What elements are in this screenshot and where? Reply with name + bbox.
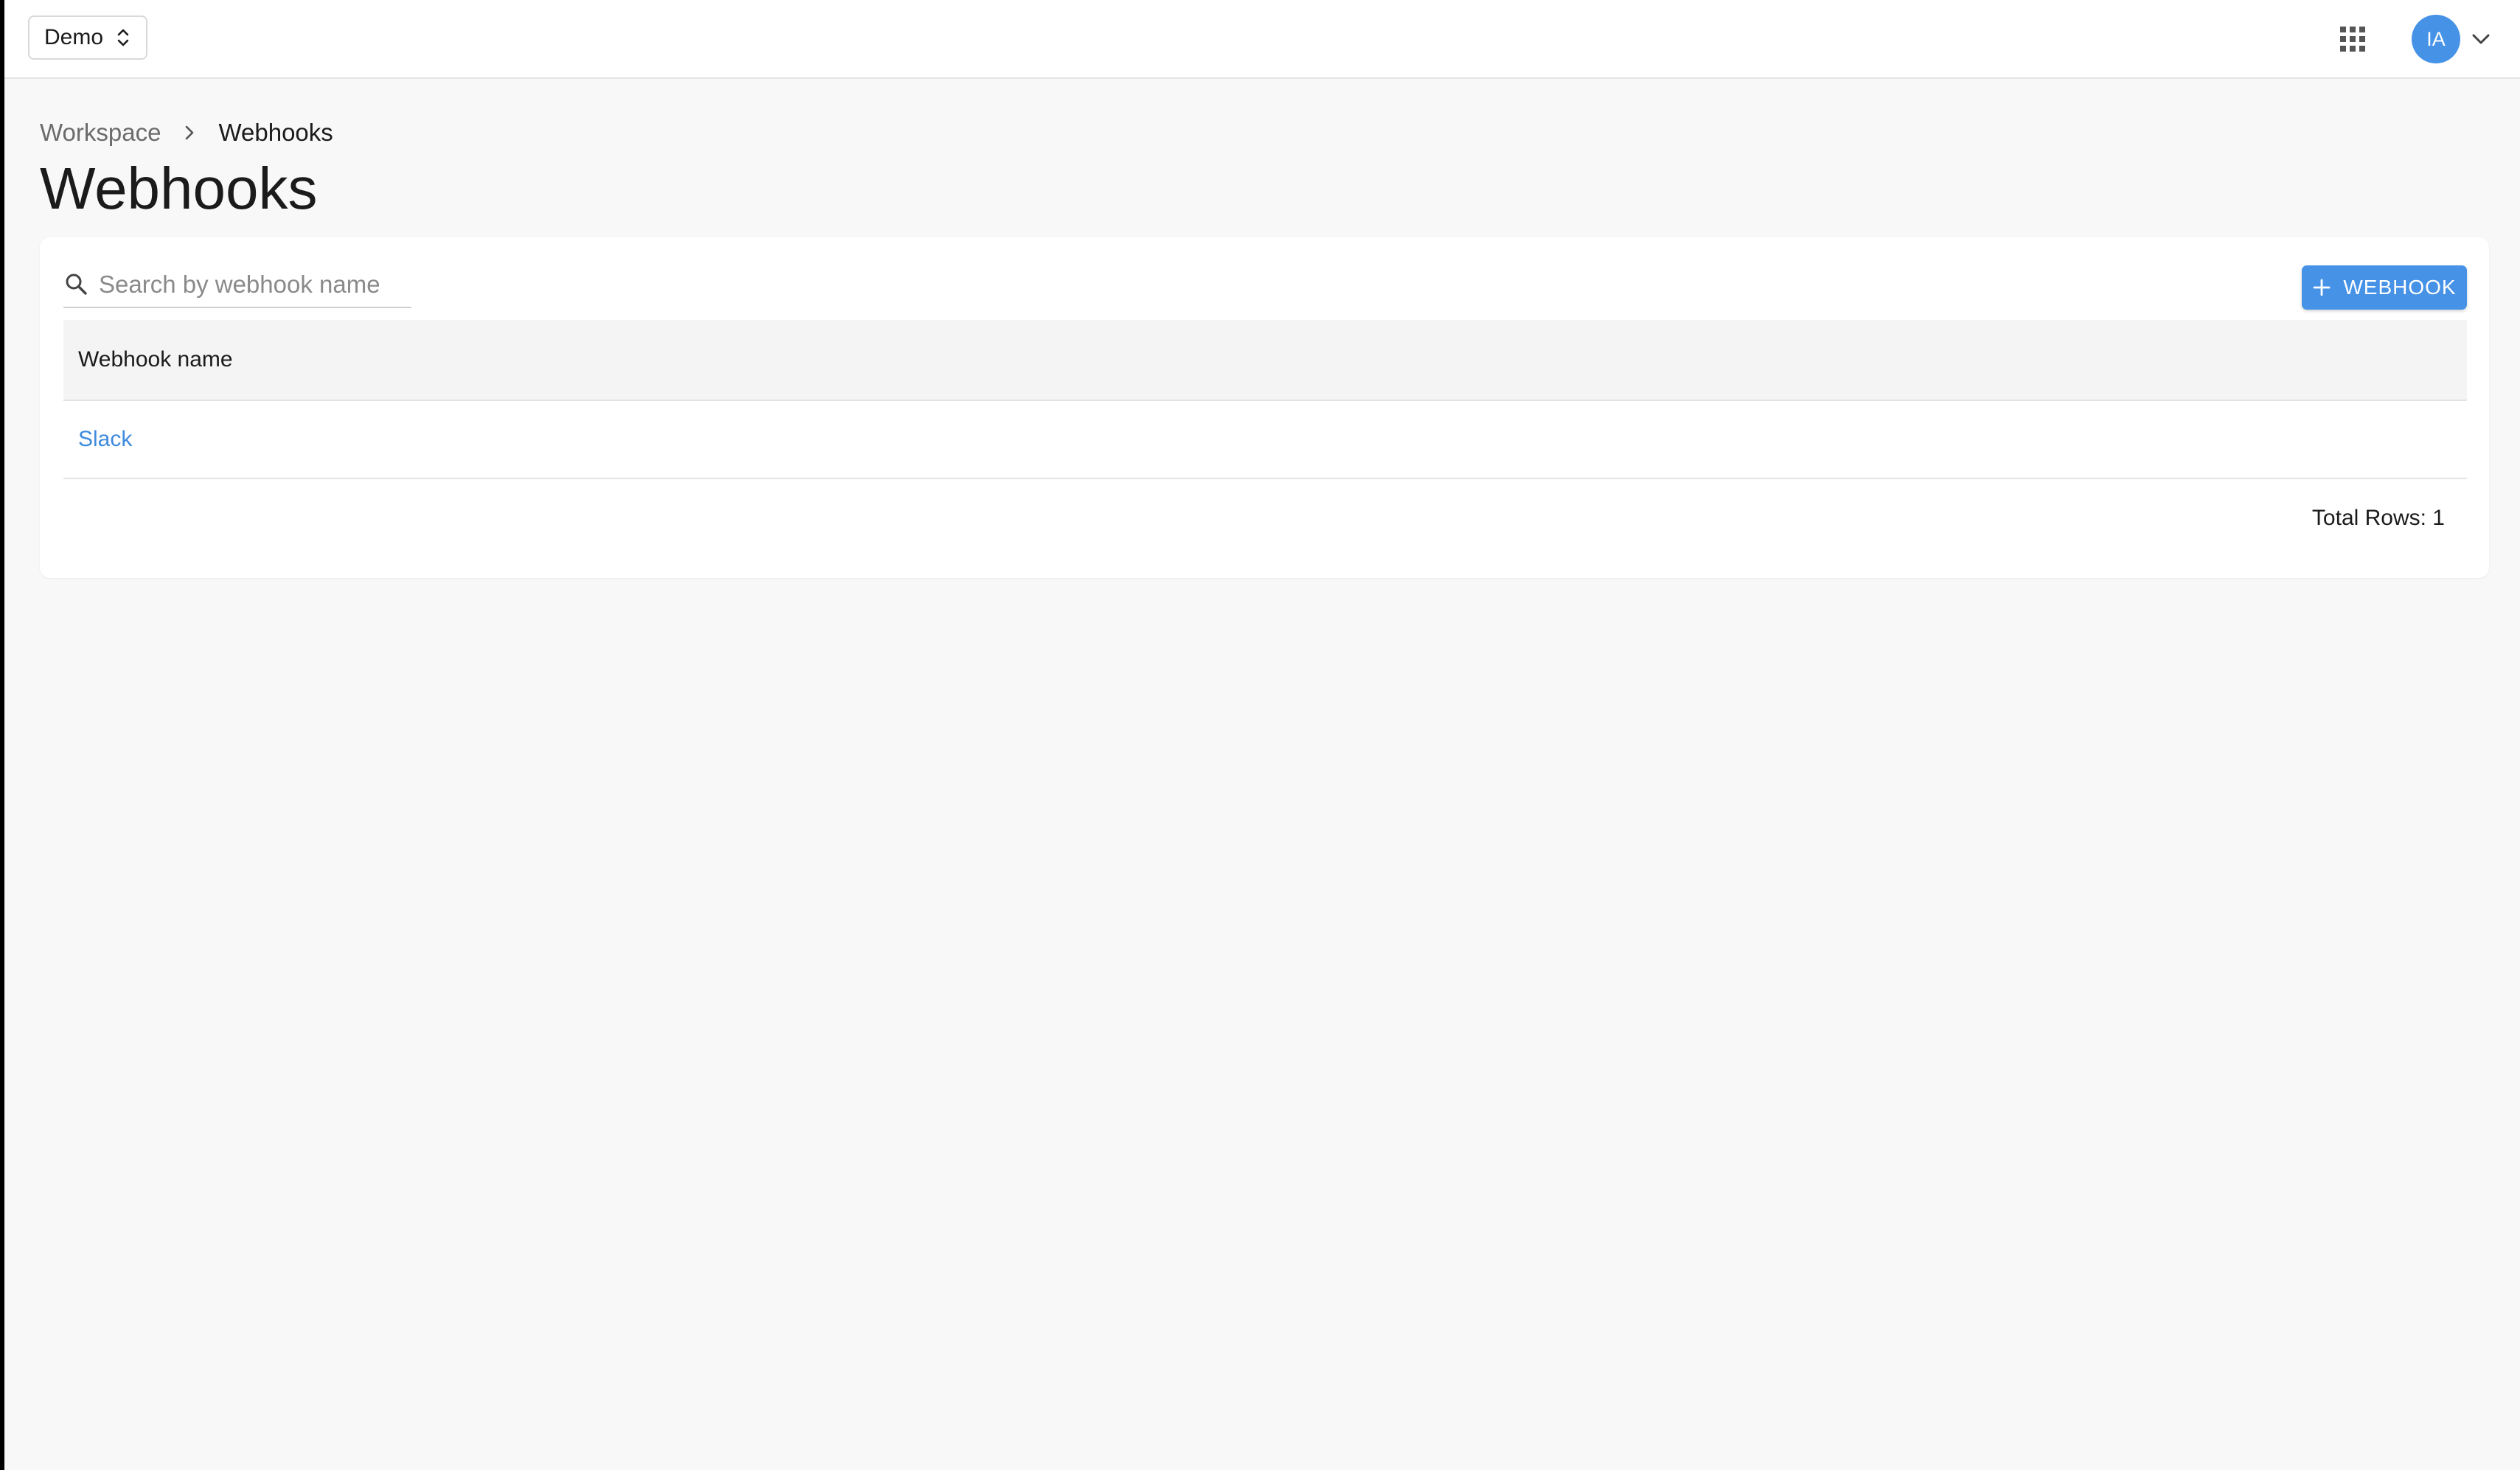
app-window: Demo IA Workspace Webhooks Webhooks Sear… — [4, 0, 2520, 1470]
search-icon — [66, 274, 87, 295]
user-avatar[interactable]: IA — [2412, 15, 2460, 63]
workspace-selector-label: Demo — [44, 25, 104, 49]
webhook-link[interactable]: Slack — [78, 427, 132, 452]
table-footer: Total Rows: 1 — [63, 479, 2467, 557]
chevron-down-icon[interactable] — [2470, 28, 2492, 50]
unfold-more-icon — [117, 29, 129, 46]
user-initials: IA — [2426, 27, 2446, 50]
breadcrumb-item-workspace[interactable]: Workspace — [40, 119, 161, 147]
breadcrumb-item-webhooks: Webhooks — [218, 119, 333, 146]
webhooks-card: WEBHOOK Webhook name Slack Total Rows: 1 — [40, 237, 2489, 578]
table-header: Webhook name — [63, 320, 2467, 401]
webhooks-table: Webhook name Slack Total Rows: 1 — [63, 320, 2467, 557]
add-webhook-button[interactable]: WEBHOOK — [2302, 265, 2467, 310]
workspace-selector[interactable]: Demo — [28, 15, 148, 60]
breadcrumb: Workspace Webhooks — [40, 116, 333, 149]
page-title: Webhooks — [40, 156, 318, 221]
plus-icon — [2313, 279, 2331, 296]
chevron-right-icon — [186, 125, 194, 140]
search-input[interactable] — [99, 271, 379, 299]
top-bar: Demo IA — [4, 0, 2520, 79]
column-header-webhook-name[interactable]: Webhook name — [78, 347, 233, 372]
apps-grid-icon[interactable] — [2338, 24, 2367, 54]
search-field[interactable] — [63, 262, 411, 308]
add-webhook-button-label: WEBHOOK — [2343, 276, 2457, 299]
table-row[interactable]: Slack — [63, 401, 2467, 479]
total-rows-count: Total Rows: 1 — [2311, 506, 2445, 530]
